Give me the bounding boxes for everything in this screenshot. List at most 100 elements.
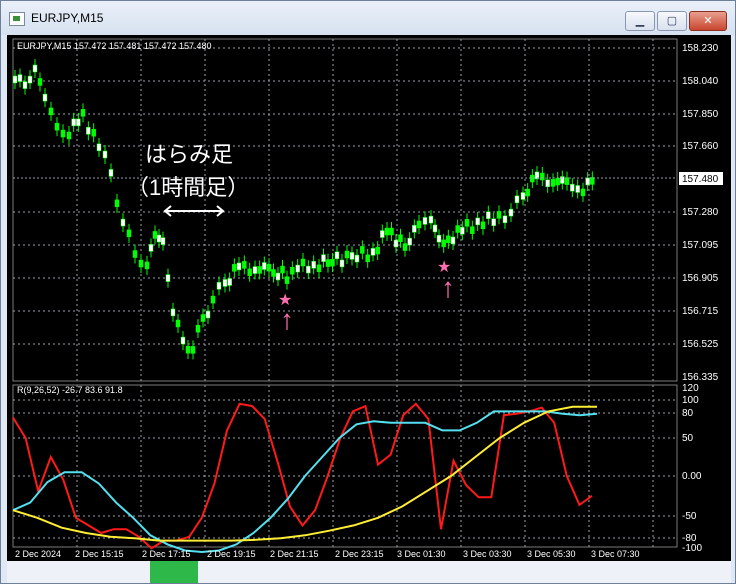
candle-body (91, 128, 96, 137)
chart-area[interactable]: 157.480 EURJPY,M15 157.472 157.481 157.4… (7, 35, 731, 561)
x-axis-label: 2 Dec 2024 (15, 549, 61, 559)
candle-body (570, 183, 575, 192)
x-axis-label: 2 Dec 17:15 (142, 549, 191, 559)
indicator-series-yellow (12, 405, 597, 542)
candle-body (236, 262, 242, 271)
chart-svg[interactable]: 157.480 EURJPY,M15 157.472 157.481 157.4… (7, 35, 731, 561)
candle-body (555, 177, 560, 186)
candle-body (585, 177, 590, 186)
candle-body (275, 272, 281, 281)
candle-body (170, 308, 176, 317)
candle-body (262, 262, 267, 270)
candle-body (54, 122, 60, 131)
candle-body (160, 237, 166, 245)
minimize-button[interactable]: ▁ (625, 11, 655, 31)
candle-body (416, 220, 422, 229)
candle-body (120, 218, 126, 227)
candle-body (344, 250, 350, 259)
close-button[interactable]: ✕ (689, 11, 727, 31)
indicator-y-label: 0.00 (682, 471, 702, 482)
candle-body (156, 234, 162, 243)
candle-body (575, 185, 580, 193)
x-axis-label: 2 Dec 19:15 (207, 549, 256, 559)
candle-body (42, 93, 48, 102)
x-axis-label: 2 Dec 15:15 (75, 549, 124, 559)
candle-body (389, 227, 394, 236)
chart-tab-bar (7, 561, 731, 583)
candle-body (520, 192, 526, 200)
candle-body (464, 219, 470, 227)
candle-body (370, 248, 376, 256)
candle-body (321, 254, 326, 262)
candle-body (271, 269, 276, 277)
candle-body (330, 258, 335, 267)
indicator-y-label: 120 (682, 383, 699, 394)
candle-body (126, 229, 132, 238)
candle-body (252, 266, 258, 274)
chart-tab-active[interactable] (150, 561, 198, 583)
candle-body (349, 252, 355, 260)
candle-body (37, 78, 43, 86)
candle-body (48, 107, 54, 116)
candle-body (311, 261, 316, 269)
candle-body (138, 259, 144, 268)
candle-body (60, 129, 66, 138)
candles (12, 58, 595, 360)
candle-body (96, 143, 102, 152)
up-arrow-icon: ↑ (280, 304, 294, 335)
annotation-harami: はらみ足 (145, 142, 233, 167)
candle-body (491, 218, 496, 226)
price-y-label: 157.850 (682, 109, 719, 120)
x-axis-label: 3 Dec 07:30 (591, 549, 640, 559)
candle-body (195, 324, 201, 333)
candle-body (306, 265, 311, 274)
candle-body (257, 266, 262, 274)
candle-body (165, 274, 171, 282)
candle-body (460, 226, 465, 235)
price-panel-header: EURJPY,M15 157.472 157.481 157.472 157.4… (17, 41, 212, 51)
price-panel-frame (12, 38, 678, 382)
candle-body (360, 246, 365, 254)
candle-body (290, 267, 295, 275)
candle-body (402, 243, 408, 251)
candle-body (180, 336, 186, 345)
price-y-label: 157.095 (682, 240, 719, 251)
candle-body (148, 244, 154, 252)
candle-body (280, 265, 285, 274)
price-y-label: 156.525 (682, 339, 719, 350)
candle-body (334, 251, 340, 260)
candle-body (455, 225, 460, 233)
price-y-label: 157.660 (682, 141, 719, 152)
candle-body (27, 75, 33, 84)
maximize-button[interactable]: ▢ (657, 11, 687, 31)
candle-body (339, 259, 345, 268)
candle-body (470, 226, 475, 234)
candle-body (295, 264, 300, 273)
candle-body (71, 118, 76, 127)
candle-body (432, 224, 438, 233)
price-y-label: 158.040 (682, 76, 719, 87)
candle-body (216, 282, 222, 290)
candle-body (200, 314, 206, 322)
indicator-y-label: -50 (682, 511, 697, 522)
candle-body (375, 246, 380, 255)
indicator-y-label: -100 (682, 543, 702, 554)
chart-app-icon (9, 12, 25, 26)
candle-body (102, 150, 108, 159)
candle-body (450, 236, 456, 245)
candle-body (86, 127, 91, 135)
chart-window: EURJPY,M15 ▁ ▢ ✕ 157.480 EURJPY,M15 157.… (0, 0, 736, 584)
candle-body (152, 231, 158, 239)
x-axis-label: 3 Dec 03:30 (463, 549, 512, 559)
window-title: EURJPY,M15 (31, 11, 104, 25)
candle-body (300, 258, 306, 267)
current-price-label: 157.480 (682, 174, 719, 185)
candle-body (76, 118, 81, 127)
candle-body (398, 234, 403, 242)
price-y-label: 156.905 (682, 273, 719, 284)
candle-body (422, 217, 428, 225)
candle-body (380, 230, 385, 238)
candle-body (446, 235, 451, 244)
candle-body (190, 346, 196, 354)
title-bar[interactable]: EURJPY,M15 ▁ ▢ ✕ (1, 1, 735, 35)
